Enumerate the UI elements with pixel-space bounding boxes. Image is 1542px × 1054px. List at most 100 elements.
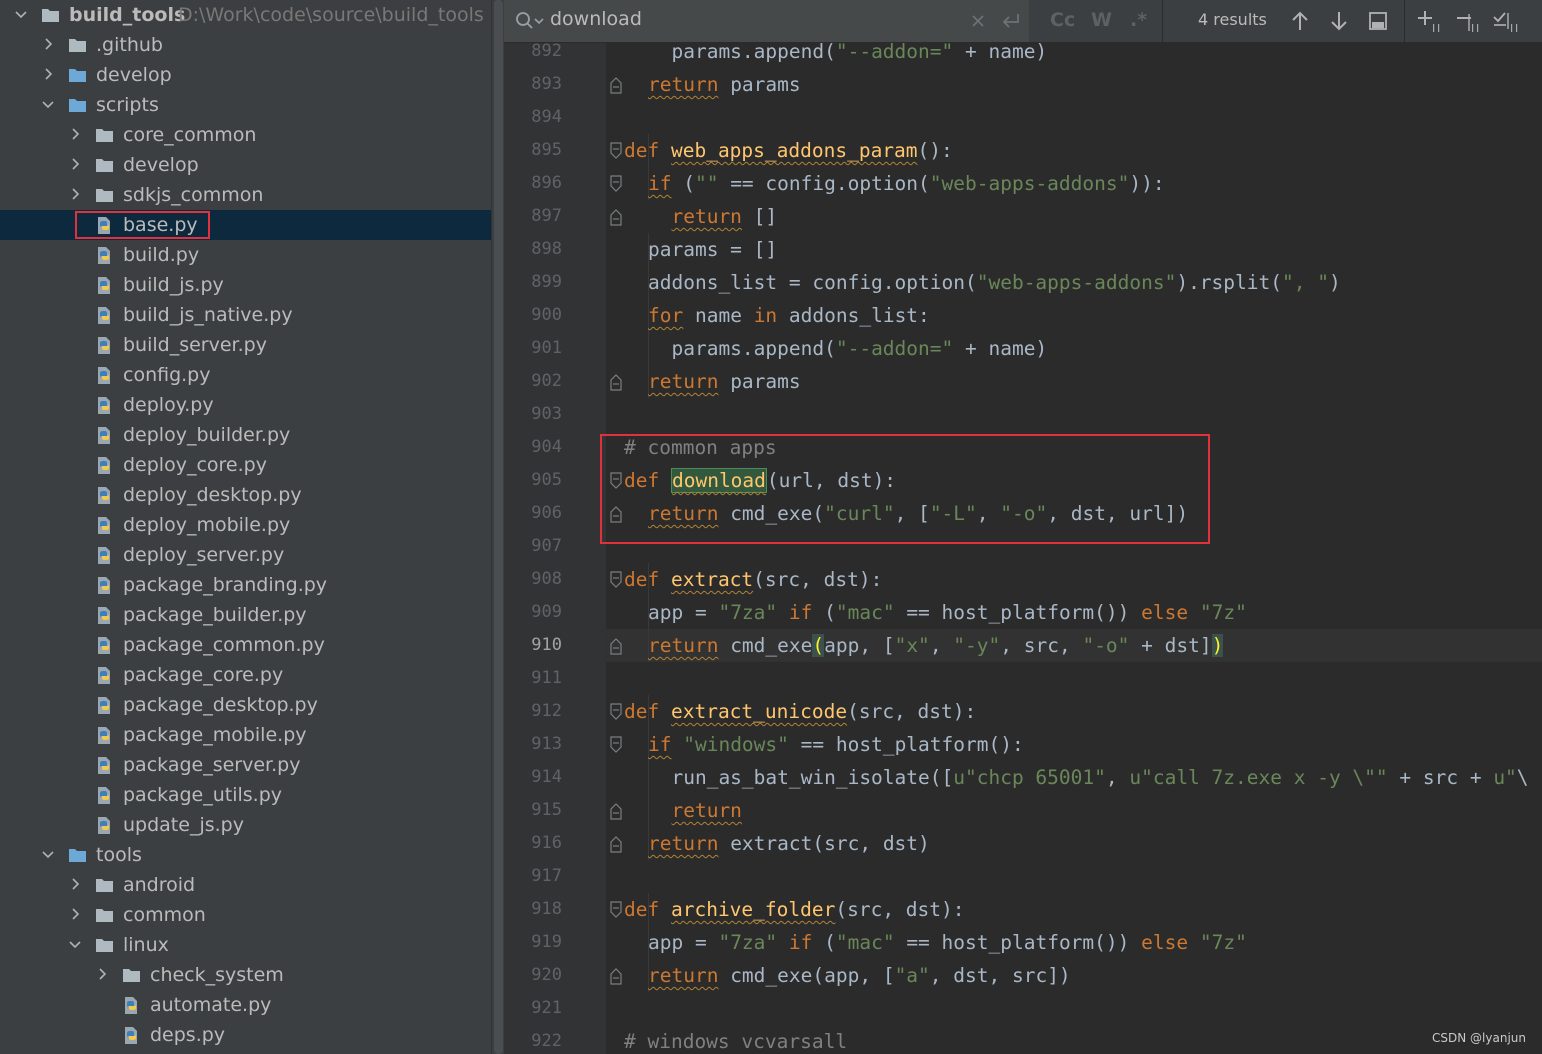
chevron-right-icon[interactable] (95, 967, 109, 981)
project-tree[interactable]: build_tools D:\Work\code\source\build_too… (0, 0, 491, 1054)
chevron-right-icon[interactable] (68, 157, 82, 171)
tree-file-item[interactable]: automate.py (0, 990, 491, 1020)
tree-file-item[interactable]: build_server.py (0, 330, 491, 360)
tree-folder-item[interactable]: common (0, 900, 491, 930)
code-line[interactable]: addons_list = config.option("web-apps-ad… (648, 266, 1341, 299)
project-tree-scrollbar[interactable] (491, 0, 505, 1054)
tree-folder-item[interactable]: .github (0, 30, 491, 60)
tree-file-item[interactable]: build.py (0, 240, 491, 270)
chevron-right-icon[interactable] (41, 67, 55, 81)
find-query-text[interactable]: download (550, 8, 642, 30)
fold-end-icon[interactable] (608, 967, 624, 985)
tree-folder-item[interactable]: develop (0, 60, 491, 90)
code-line[interactable]: app = "7za" if ("mac" == host_platform()… (648, 596, 1247, 629)
chevron-right-icon[interactable] (68, 127, 82, 141)
tree-folder-item[interactable]: linux (0, 930, 491, 960)
code-line[interactable]: app = "7za" if ("mac" == host_platform()… (648, 926, 1247, 959)
fold-end-icon[interactable] (608, 802, 624, 820)
add-occurrence-icon[interactable]: II (1416, 9, 1444, 35)
chevron-right-icon[interactable] (68, 907, 82, 921)
tree-file-item[interactable]: package_builder.py (0, 600, 491, 630)
tree-file-item[interactable]: deploy_core.py (0, 450, 491, 480)
code-line[interactable]: return params (648, 68, 801, 101)
previous-occurrence-icon[interactable] (1290, 10, 1310, 32)
code-line[interactable]: run_as_bat_win_isolate([u"chcp 65001", u… (648, 761, 1528, 794)
chevron-down-icon[interactable] (14, 7, 28, 21)
chevron-down-icon[interactable] (41, 847, 55, 861)
code-line[interactable]: return cmd_exe(app, ["a", dst, src]) (648, 959, 1071, 992)
search-history-icon[interactable] (514, 10, 544, 32)
next-occurrence-icon[interactable] (1329, 10, 1349, 32)
tree-item-label: config.py (123, 364, 211, 386)
tree-file-item[interactable]: deploy_mobile.py (0, 510, 491, 540)
tree-file-item[interactable]: deploy_builder.py (0, 420, 491, 450)
code-line[interactable]: params.append("--addon=" + name) (648, 332, 1047, 365)
code-editor[interactable]: 892 893 894 895 896 897 898 899 900 901 902 903 904 9… (504, 0, 1542, 1054)
fold-open-icon[interactable] (608, 736, 624, 754)
fold-end-icon[interactable] (608, 208, 624, 226)
tree-file-item[interactable]: package_common.py (0, 630, 491, 660)
chevron-down-icon[interactable] (68, 937, 82, 951)
select-all-occurrences-icon[interactable] (1368, 11, 1388, 31)
tree-file-item[interactable]: package_mobile.py (0, 720, 491, 750)
remove-occurrence-icon[interactable]: II (1455, 9, 1483, 35)
code-line[interactable]: def extract(src, dst): (624, 563, 882, 596)
tree-file-item[interactable]: deps.py (0, 1020, 491, 1050)
tree-file-item[interactable]: package_desktop.py (0, 690, 491, 720)
chevron-down-icon[interactable] (41, 97, 55, 111)
tree-file-item[interactable]: package_core.py (0, 660, 491, 690)
code-line[interactable]: if ("" == config.option("web-apps-addons… (648, 167, 1165, 200)
code-line[interactable]: return [] (648, 200, 777, 233)
tree-folder-item[interactable]: sdkjs_common (0, 180, 491, 210)
tree-folder-item[interactable]: check_system (0, 960, 491, 990)
match-case-toggle[interactable]: Cc (1050, 9, 1075, 31)
code-line[interactable]: if "windows" == host_platform(): (648, 728, 1024, 761)
tree-file-item[interactable]: build_js_native.py (0, 300, 491, 330)
tree-file-item[interactable]: package_server.py (0, 750, 491, 780)
fold-end-icon[interactable] (608, 373, 624, 391)
fold-open-icon[interactable] (608, 703, 624, 721)
tree-file-item[interactable]: base.py (0, 210, 491, 240)
scrollbar-thumb[interactable] (494, 0, 503, 1054)
words-toggle[interactable]: W (1091, 9, 1112, 31)
tree-file-item[interactable]: build_js.py (0, 270, 491, 300)
tree-folder-item[interactable]: scripts (0, 90, 491, 120)
chevron-right-icon[interactable] (68, 877, 82, 891)
code-line[interactable]: return extract(src, dst) (648, 827, 930, 860)
tree-file-item[interactable]: deploy.py (0, 390, 491, 420)
fold-end-icon[interactable] (608, 637, 624, 655)
tree-folder-item[interactable]: core_common (0, 120, 491, 150)
new-line-icon[interactable] (1000, 11, 1022, 31)
code-line[interactable]: return params (648, 365, 801, 398)
tree-root-item[interactable]: build_tools D:\Work\code\source\build_too… (0, 0, 491, 30)
code-line[interactable]: def web_apps_addons_param(): (624, 134, 953, 167)
code-line[interactable]: params = [] (648, 233, 777, 266)
tree-folder-item[interactable]: tools (0, 840, 491, 870)
tree-folder-item[interactable]: develop (0, 150, 491, 180)
find-input[interactable]: download (504, 0, 1029, 42)
fold-end-icon[interactable] (608, 76, 624, 94)
code-line[interactable]: return cmd_exe(app, ["x", "-y", src, "-o… (648, 629, 1224, 662)
tree-file-item[interactable]: package_branding.py (0, 570, 491, 600)
regex-toggle[interactable]: .* (1130, 9, 1147, 31)
select-all-checks-icon[interactable]: II (1492, 9, 1522, 35)
fold-open-icon[interactable] (608, 571, 624, 589)
chevron-right-icon[interactable] (68, 187, 82, 201)
tree-file-item[interactable]: update_js.py (0, 810, 491, 840)
code-line[interactable]: # windows vcvarsall (624, 1025, 847, 1054)
clear-search-icon[interactable] (970, 13, 986, 29)
fold-open-icon[interactable] (608, 142, 624, 160)
tree-file-item[interactable]: deploy_desktop.py (0, 480, 491, 510)
code-line[interactable]: def archive_folder(src, dst): (624, 893, 965, 926)
fold-open-icon[interactable] (608, 901, 624, 919)
tree-file-item[interactable]: config.py (0, 360, 491, 390)
chevron-right-icon[interactable] (41, 37, 55, 51)
fold-open-icon[interactable] (608, 175, 624, 193)
tree-file-item[interactable]: deploy_server.py (0, 540, 491, 570)
fold-end-icon[interactable] (608, 835, 624, 853)
code-line[interactable]: for name in addons_list: (648, 299, 930, 332)
code-line[interactable]: def extract_unicode(src, dst): (624, 695, 976, 728)
tree-folder-item[interactable]: android (0, 870, 491, 900)
tree-file-item[interactable]: package_utils.py (0, 780, 491, 810)
code-line[interactable]: return (648, 794, 741, 827)
